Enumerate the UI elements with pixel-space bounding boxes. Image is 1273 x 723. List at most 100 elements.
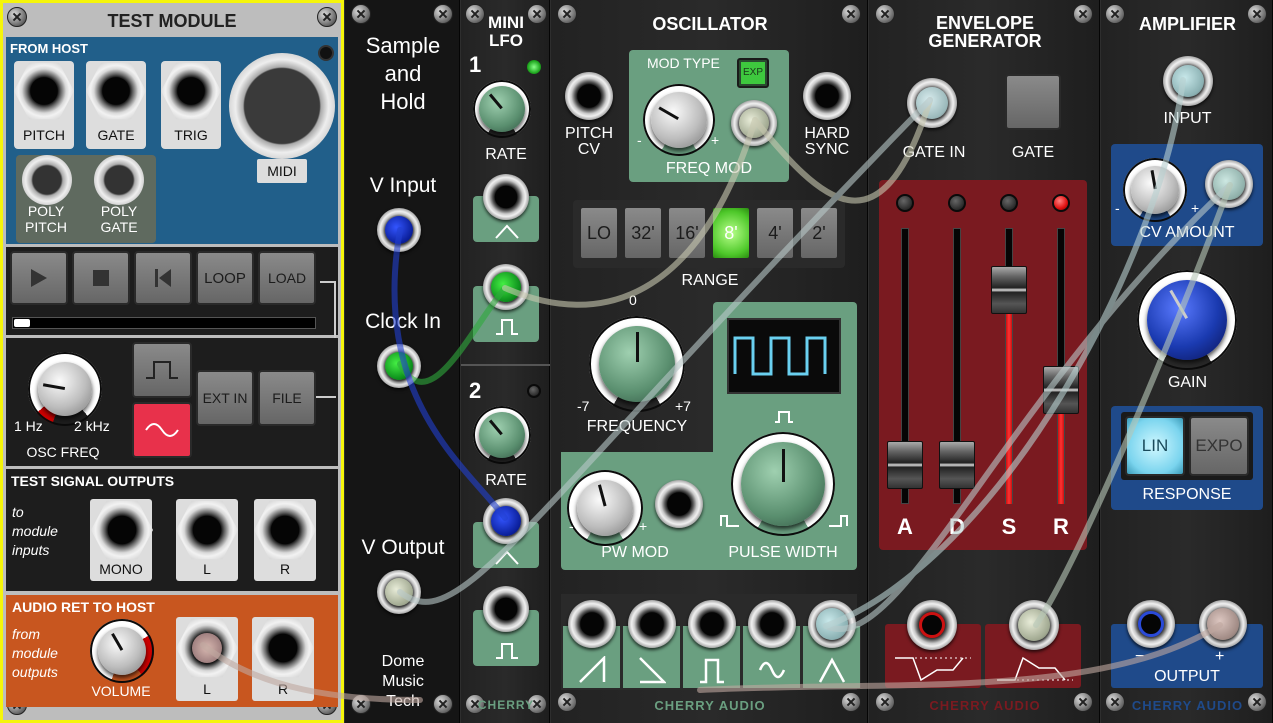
exp-toggle[interactable]: EXP (737, 58, 769, 88)
loop-button[interactable]: LOOP (196, 251, 254, 305)
wave-output-jack[interactable] (688, 600, 736, 648)
l-label: L (203, 561, 211, 577)
from-host-section: FROM HOST PITCH GATE TRIG MIDI POLY PITC… (6, 37, 338, 244)
cv-amount-knob[interactable] (1131, 166, 1179, 214)
midi-din-jack[interactable] (229, 53, 335, 159)
range-button[interactable]: 4' (755, 206, 795, 260)
lfo2-rate-knob[interactable] (479, 412, 525, 458)
adsr-label: A (897, 514, 913, 539)
sine-wave-button[interactable] (132, 402, 192, 458)
mini-lfo-panel: MINI LFO 1 RATE 2 RATE CHERRY (460, 0, 551, 723)
wave-output-jack[interactable] (568, 600, 616, 648)
ret-l-label: L (203, 681, 211, 697)
patch-plug[interactable] (1207, 608, 1239, 640)
adsr-slider-handle[interactable] (1043, 365, 1079, 414)
volume-knob[interactable] (98, 627, 146, 675)
patch-plug[interactable] (1213, 168, 1245, 200)
expo-button[interactable]: EXPO (1189, 416, 1249, 476)
wave-output-jack[interactable] (748, 600, 796, 648)
patch-plug[interactable] (192, 633, 222, 663)
poly-gate-label: POLY GATE (100, 203, 138, 235)
patch-plug[interactable] (739, 108, 769, 138)
progress-thumb[interactable] (14, 319, 30, 327)
lfo1-tri-jack[interactable] (483, 174, 529, 220)
adsr-led (1000, 194, 1018, 212)
rewind-button[interactable] (134, 251, 192, 305)
manual-gate-button[interactable] (1005, 74, 1061, 130)
stop-button[interactable] (72, 251, 130, 305)
square-wave-icon (700, 658, 724, 684)
lfo2-square-jack[interactable] (483, 586, 529, 632)
rate-label: RATE (485, 146, 527, 163)
trig-label: TRIG (174, 127, 208, 143)
mod-type-label: MOD TYPE (647, 55, 720, 71)
poly-pitch-jack[interactable] (22, 155, 72, 205)
patch-plug[interactable] (385, 352, 413, 380)
pulse-width-knob[interactable] (741, 442, 825, 526)
waveform-display (727, 318, 841, 394)
poly-gate-jack[interactable] (94, 155, 144, 205)
freq-zero-label: 0 (629, 292, 637, 308)
pw-mod-jack[interactable] (655, 480, 703, 528)
range-button[interactable]: 32' (623, 206, 663, 260)
osc-freq-knob[interactable] (38, 362, 92, 416)
inverted-output-ring (919, 612, 945, 638)
play-button[interactable] (10, 251, 68, 305)
adsr-slider-handle[interactable] (939, 440, 975, 489)
adsr-slider-handle[interactable] (887, 440, 923, 489)
midi-label: MIDI (257, 159, 307, 183)
freq-mod-knob[interactable] (651, 92, 707, 148)
skip-back-icon (155, 269, 171, 287)
output-minus-label: − (1135, 648, 1145, 665)
wave-output-jack[interactable] (628, 600, 676, 648)
range-label: RANGE (681, 272, 739, 289)
patch-plug[interactable] (491, 272, 521, 302)
pitch-cv-jack[interactable] (565, 72, 613, 120)
range-button[interactable]: 16' (667, 206, 707, 260)
adsr-label: S (1001, 514, 1017, 539)
input-label: INPUT (1163, 110, 1212, 127)
module-title: OSCILLATOR (652, 14, 768, 34)
range-button[interactable]: 8' (711, 206, 751, 260)
square-wave-button[interactable] (132, 342, 192, 398)
hard-sync-jack[interactable] (803, 72, 851, 120)
freq-min-label: 1 Hz (14, 418, 43, 434)
adsr-slider-handle[interactable] (991, 265, 1027, 314)
osc-freq-label: OSC FREQ (26, 444, 100, 460)
patch-plug[interactable] (916, 87, 948, 119)
patch-plug[interactable] (491, 506, 521, 536)
patch-plug[interactable] (1018, 609, 1050, 641)
lfo1-rate-knob[interactable] (479, 86, 525, 132)
gain-label: GAIN (1167, 374, 1208, 391)
adsr-label: R (1053, 514, 1069, 539)
module-title: Sample and Hold (365, 33, 441, 114)
playback-progress[interactable] (12, 317, 316, 329)
mono-label: MONO (99, 561, 143, 577)
from-host-label: FROM HOST (10, 41, 88, 56)
envelope-shape-icon (995, 654, 1075, 689)
module-title: ENVELOPE GENERATOR (928, 13, 1042, 51)
ext-in-button[interactable]: EXT IN (196, 370, 254, 426)
file-button[interactable]: FILE (258, 370, 316, 426)
lin-button[interactable]: LIN (1125, 416, 1185, 476)
gate-label: GATE (97, 127, 135, 143)
load-button[interactable]: LOAD (258, 251, 316, 305)
triangle-wave-icon (494, 550, 520, 571)
v-input-label: V Input (369, 174, 437, 197)
gain-knob[interactable] (1147, 280, 1227, 360)
patch-plug[interactable] (385, 216, 413, 244)
freq-max-label: +7 (675, 398, 691, 414)
range-button[interactable]: LO (579, 206, 619, 260)
frequency-knob[interactable] (599, 326, 675, 402)
gate-label: GATE (1011, 144, 1055, 161)
poly-pitch-label: POLY PITCH (25, 203, 67, 235)
stop-icon (93, 270, 109, 286)
lfo1-led (527, 60, 541, 74)
patch-plug[interactable] (816, 608, 848, 640)
patch-plug[interactable] (385, 578, 413, 606)
freq-min-label: -7 (577, 398, 590, 414)
range-button[interactable]: 2' (799, 206, 839, 260)
patch-plug[interactable] (1172, 65, 1204, 97)
pw-mod-knob[interactable] (577, 480, 633, 536)
pitch-cv-label: PITCH CV (565, 125, 613, 158)
